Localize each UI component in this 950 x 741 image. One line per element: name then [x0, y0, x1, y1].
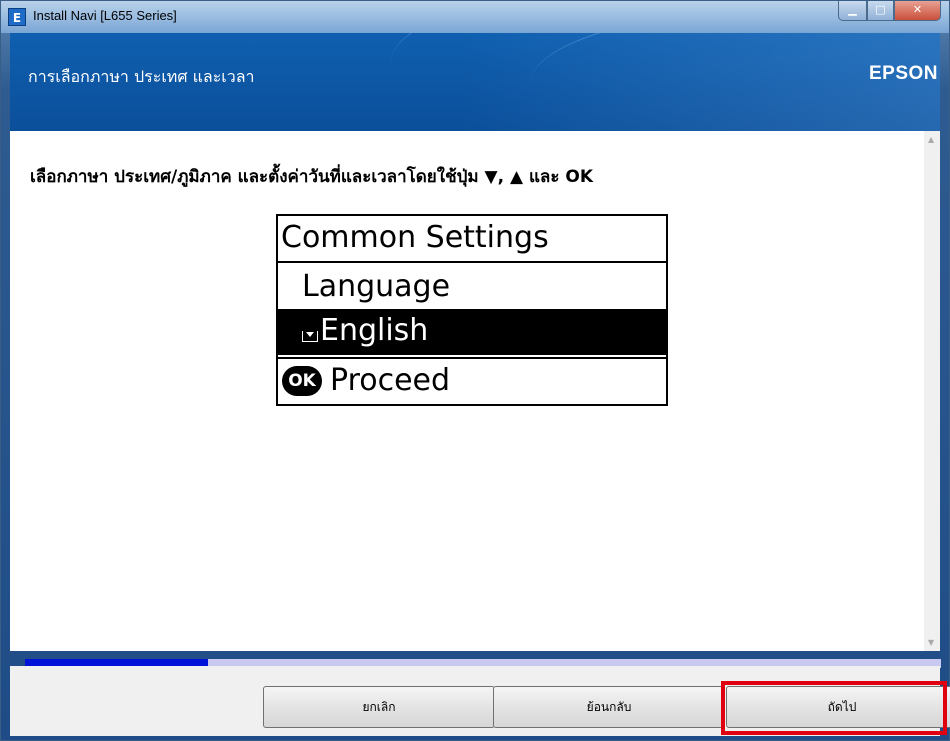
- cancel-button[interactable]: ยกเลิก: [263, 686, 495, 728]
- page-title: การเลือกภาษา ประเทศ และเวลา: [28, 67, 255, 86]
- close-button[interactable]: ✕: [894, 1, 941, 21]
- window-title: Install Navi [L655 Series]: [33, 8, 177, 23]
- maximize-icon: □: [875, 3, 886, 16]
- lcd-title: Common Settings: [278, 216, 666, 263]
- header-banner: การเลือกภาษา ประเทศ และเวลา EPSON: [10, 33, 940, 131]
- minimize-icon: ▁: [848, 3, 857, 16]
- lcd-proceed-row: OK Proceed: [278, 357, 666, 404]
- window-controls: ▁ □ ✕: [838, 1, 941, 23]
- ok-icon: OK: [282, 366, 322, 396]
- title-bar[interactable]: E Install Navi [L655 Series] ▁ □ ✕: [1, 1, 949, 33]
- epson-logo: EPSON: [868, 63, 938, 84]
- lcd-selected-value: English: [320, 313, 429, 348]
- button-bar: ยกเลิก ย้อนกลับ ถัดไป: [10, 666, 950, 736]
- lcd-selected-language: English: [278, 309, 666, 355]
- lcd-proceed-label: Proceed: [330, 363, 451, 398]
- printer-lcd-screen: Common Settings Language English OK Proce…: [276, 214, 668, 406]
- scroll-up-icon[interactable]: ▲: [928, 135, 934, 144]
- back-button[interactable]: ย้อนกลับ: [493, 686, 725, 728]
- scroll-down-icon[interactable]: ▼: [928, 638, 934, 647]
- next-button[interactable]: ถัดไป: [726, 686, 950, 728]
- minimize-button[interactable]: ▁: [838, 1, 867, 21]
- instruction-text: เลือกภาษา ประเทศ/ภูมิภาค และตั้งค่าวันที…: [30, 167, 594, 187]
- installer-window: E Install Navi [L655 Series] ▁ □ ✕ การเล…: [0, 0, 950, 741]
- content-panel: เลือกภาษา ประเทศ/ภูมิภาค และตั้งค่าวันที…: [10, 131, 941, 668]
- app-icon: E: [8, 8, 26, 26]
- maximize-button[interactable]: □: [867, 1, 894, 21]
- vertical-scrollbar[interactable]: ▲ ▼: [924, 131, 940, 651]
- dropdown-icon: [302, 331, 318, 342]
- lcd-language-label: Language: [302, 269, 451, 304]
- close-icon: ✕: [912, 3, 923, 16]
